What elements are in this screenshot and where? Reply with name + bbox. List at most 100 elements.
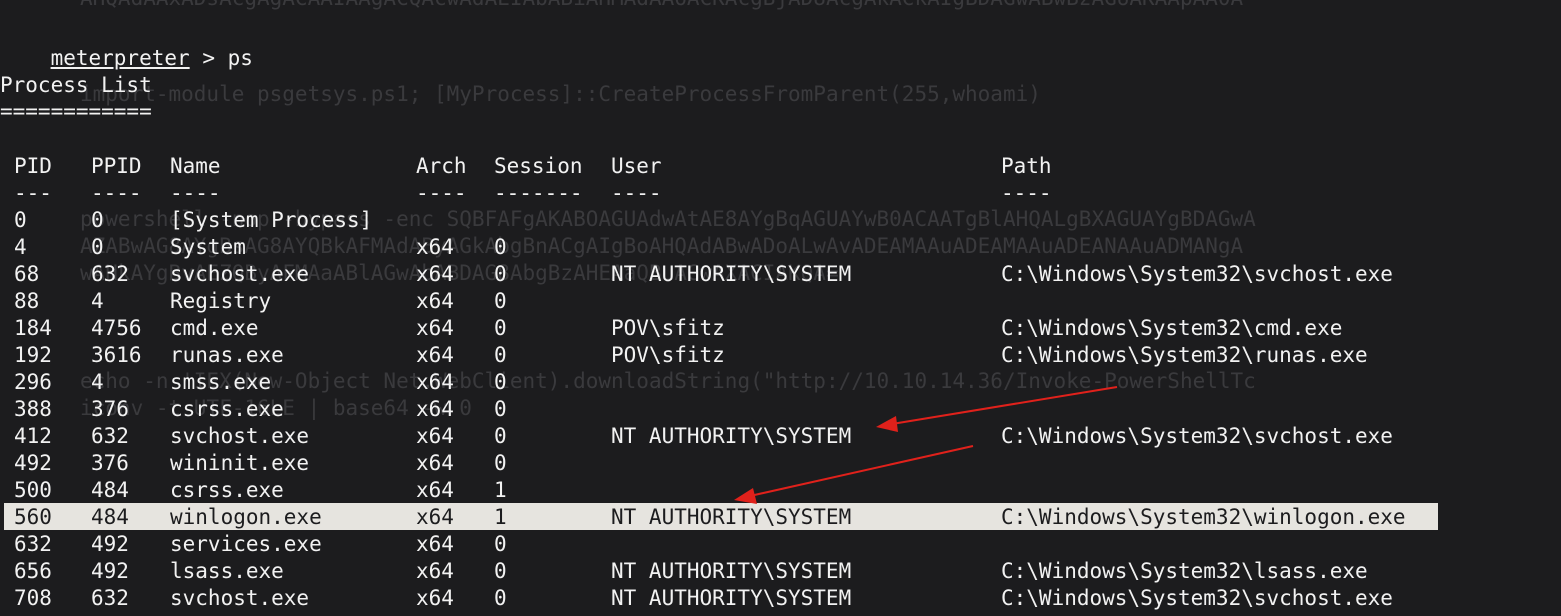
cell-name: [System Process]: [170, 208, 373, 232]
rule-user: ----: [611, 181, 662, 205]
col-session: Session: [494, 154, 583, 178]
table-row: 656 492 lsass.exe x64 0 NT AUTHORITY\SYSTEM C:…: [0, 558, 1561, 585]
cell-ppid: 632: [91, 262, 129, 286]
rule-pid: ---: [14, 181, 52, 205]
cell-session: 0: [494, 424, 507, 448]
col-arch: Arch: [416, 154, 467, 178]
ghost-line: AHQAdAAxADsAcgAgACAAIAAgACQAcwAdAEIAbABi…: [80, 0, 1243, 10]
cell-arch: x64: [416, 343, 454, 367]
table-row-selected: 560 484 winlogon.exe x64 1 NT AUTHORITY\SYSTE…: [0, 504, 1561, 531]
cell-arch: x64: [416, 559, 454, 583]
cell-name: Registry: [170, 289, 272, 313]
cell-session: 0: [494, 343, 507, 367]
cell-session: 0: [494, 397, 507, 421]
table-row: 192 3616 runas.exe x64 0 POV\sfitz C:\Windows\…: [0, 342, 1561, 369]
rule-ppid: ----: [91, 181, 142, 205]
table-row: 500 484 csrss.exe x64 1: [0, 477, 1561, 504]
cell-pid: 388: [14, 397, 52, 421]
cell-session: 0: [494, 586, 507, 610]
cell-name: cmd.exe: [170, 316, 259, 340]
command-text: ps: [227, 46, 253, 70]
table-row: 412 632 svchost.exe x64 0 NT AUTHORITY\SYSTEM…: [0, 423, 1561, 450]
cell-ppid: 4756: [91, 316, 142, 340]
cell-arch: x64: [416, 451, 454, 475]
table-row: 492 376 wininit.exe x64 0: [0, 450, 1561, 477]
cell-session: 0: [494, 559, 507, 583]
table-header-rule: --- ---- ---- ---- ------- ---- ----: [0, 180, 1561, 207]
cell-ppid: 632: [91, 424, 129, 448]
rule-arch: ----: [416, 181, 467, 205]
cell-ppid: 0: [91, 208, 104, 232]
cell-arch: x64: [416, 424, 454, 448]
cell-user: NT AUTHORITY\SYSTEM: [611, 559, 852, 583]
cell-path: C:\Windows\System32\lsass.exe: [1001, 559, 1368, 583]
cell-pid: 184: [14, 316, 52, 340]
cell-path: C:\Windows\System32\svchost.exe: [1001, 586, 1393, 610]
cell-pid: 656: [14, 559, 52, 583]
cell-pid: 632: [14, 532, 52, 556]
cell-name: lsass.exe: [170, 559, 284, 583]
cell-user: POV\sfitz: [611, 343, 725, 367]
cell-session: 0: [494, 532, 507, 556]
cell-pid: 192: [14, 343, 52, 367]
cell-pid: 708: [14, 586, 52, 610]
col-ppid: PPID: [91, 154, 142, 178]
rule-name: ----: [170, 181, 221, 205]
cell-name: svchost.exe: [170, 262, 310, 286]
cell-arch: x64: [416, 586, 454, 610]
cell-arch: x64: [416, 370, 454, 394]
cell-ppid: 4: [91, 289, 104, 313]
cell-name: winlogon.exe: [170, 505, 322, 529]
cell-name: System: [170, 235, 246, 259]
cell-session: 1: [494, 505, 507, 529]
table-row: 708 632 svchost.exe x64 0 NT AUTHORITY\SYSTEM…: [0, 585, 1561, 612]
cell-ppid: 632: [91, 586, 129, 610]
rule-path: ----: [1001, 181, 1052, 205]
table-row: 184 4756 cmd.exe x64 0 POV\sfitz C:\Windows\Sy…: [0, 315, 1561, 342]
cell-ppid: 3616: [91, 343, 142, 367]
cell-pid: 560: [14, 505, 52, 529]
cell-session: 0: [494, 316, 507, 340]
cell-pid: 500: [14, 478, 52, 502]
cell-session: 1: [494, 478, 507, 502]
cell-user: POV\sfitz: [611, 316, 725, 340]
cell-ppid: 484: [91, 505, 129, 529]
cell-arch: x64: [416, 532, 454, 556]
cell-pid: 412: [14, 424, 52, 448]
col-user: User: [611, 154, 662, 178]
table-row: 88 4 Registry x64 0: [0, 288, 1561, 315]
prompt-name: meterpreter: [50, 46, 190, 70]
cell-name: services.exe: [170, 532, 322, 556]
cell-pid: 88: [14, 289, 40, 313]
cell-pid: 492: [14, 451, 52, 475]
cell-user: NT AUTHORITY\SYSTEM: [611, 505, 852, 529]
cell-arch: x64: [416, 316, 454, 340]
cell-name: csrss.exe: [170, 478, 284, 502]
cell-path: C:\Windows\System32\svchost.exe: [1001, 424, 1393, 448]
cell-ppid: 492: [91, 559, 129, 583]
cell-name: runas.exe: [170, 343, 284, 367]
col-path: Path: [1001, 154, 1052, 178]
prompt-line: meterpreter > ps: [0, 18, 253, 70]
cell-arch: x64: [416, 505, 454, 529]
cell-pid: 296: [14, 370, 52, 394]
cell-session: 0: [494, 451, 507, 475]
cell-pid: 68: [14, 262, 40, 286]
prompt-symbol: >: [202, 46, 215, 70]
cell-path: C:\Windows\System32\svchost.exe: [1001, 262, 1393, 286]
table-row: 388 376 csrss.exe x64 0: [0, 396, 1561, 423]
table-row: 4 0 System x64 0: [0, 234, 1561, 261]
cell-arch: x64: [416, 262, 454, 286]
table-header: PID PPID Name Arch Session User Path: [0, 153, 1561, 180]
cell-path: C:\Windows\System32\winlogon.exe: [1001, 505, 1406, 529]
section-underline: ============: [0, 99, 152, 123]
cell-name: svchost.exe: [170, 586, 310, 610]
cell-ppid: 0: [91, 235, 104, 259]
cell-user: NT AUTHORITY\SYSTEM: [611, 586, 852, 610]
col-name: Name: [170, 154, 221, 178]
cell-ppid: 376: [91, 397, 129, 421]
cell-session: 0: [494, 370, 507, 394]
cell-name: svchost.exe: [170, 424, 310, 448]
cell-ppid: 4: [91, 370, 104, 394]
cell-ppid: 492: [91, 532, 129, 556]
